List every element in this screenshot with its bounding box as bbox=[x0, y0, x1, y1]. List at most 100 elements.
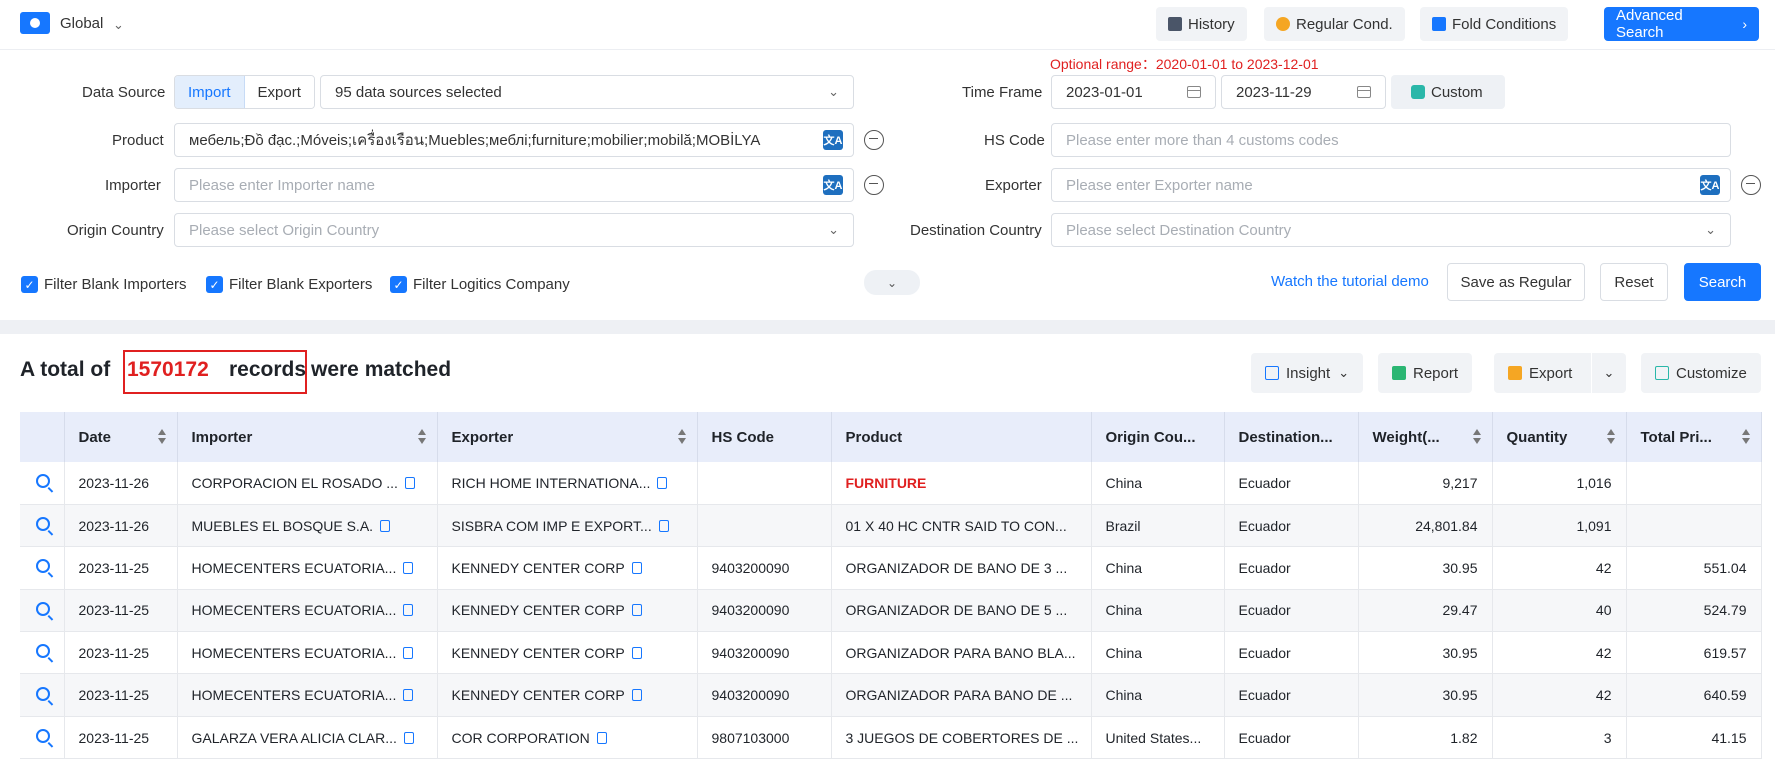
export-dropdown-button[interactable]: ⌄ bbox=[1592, 353, 1626, 393]
report-icon bbox=[1392, 366, 1406, 380]
region-selector[interactable]: Global bbox=[60, 15, 103, 32]
copy-icon[interactable] bbox=[631, 689, 642, 702]
save-as-regular-button[interactable]: Save as Regular bbox=[1447, 263, 1585, 301]
sort-icon[interactable] bbox=[677, 429, 687, 445]
insight-button[interactable]: Insight ⌄ bbox=[1251, 353, 1364, 393]
search-icon[interactable] bbox=[36, 601, 50, 616]
fold-icon bbox=[1432, 17, 1446, 31]
column-header-action bbox=[20, 412, 65, 462]
report-button[interactable]: Report bbox=[1378, 353, 1473, 393]
exporter-input[interactable]: Please enter Exporter name bbox=[1051, 168, 1731, 202]
filter-logistics-checkbox[interactable]: ✓ Filter Logitics Company bbox=[390, 276, 570, 293]
chevron-down-icon: ⌄ bbox=[886, 275, 898, 290]
column-header-hs-code: HS Code bbox=[697, 412, 832, 462]
custom-range-button[interactable]: Custom bbox=[1391, 75, 1505, 109]
results-count: 1570172 bbox=[127, 358, 209, 381]
filter-blank-importers-checkbox[interactable]: ✓ Filter Blank Importers bbox=[21, 276, 187, 293]
export-icon bbox=[1508, 366, 1522, 380]
translate-icon[interactable]: 文A bbox=[1700, 175, 1720, 195]
copy-icon[interactable] bbox=[404, 476, 415, 489]
advanced-search-button[interactable]: Advanced Search › bbox=[1604, 7, 1759, 41]
data-sources-select[interactable]: 95 data sources selected ⌄ bbox=[320, 75, 854, 109]
column-header-date[interactable]: Date bbox=[64, 412, 178, 462]
customize-icon bbox=[1655, 366, 1669, 380]
copy-icon[interactable] bbox=[403, 646, 414, 659]
date-start-field[interactable]: 2023-01-01 bbox=[1051, 75, 1216, 109]
exclude-icon[interactable] bbox=[1741, 175, 1761, 195]
tutorial-link[interactable]: Watch the tutorial demo bbox=[1271, 273, 1429, 290]
export-tab[interactable]: Export bbox=[244, 76, 314, 108]
search-icon[interactable] bbox=[36, 686, 50, 701]
importer-input[interactable]: Please enter Importer name bbox=[174, 168, 854, 202]
column-header-exporter[interactable]: Exporter bbox=[437, 412, 698, 462]
column-header-quantity[interactable]: Quantity bbox=[1492, 412, 1627, 462]
search-icon[interactable] bbox=[36, 729, 50, 744]
table-row[interactable]: 2023-11-25 HOMECENTERS ECUATORIA... KENN… bbox=[20, 631, 1762, 675]
exclude-icon[interactable] bbox=[864, 130, 884, 150]
copy-icon[interactable] bbox=[403, 604, 414, 617]
fold-conditions-button[interactable]: Fold Conditions bbox=[1420, 7, 1569, 41]
globe-icon[interactable] bbox=[20, 12, 50, 34]
column-header-destination: Destination... bbox=[1224, 412, 1359, 462]
table-row[interactable]: 2023-11-25 HOMECENTERS ECUATORIA... KENN… bbox=[20, 589, 1762, 633]
translate-icon[interactable]: 文A bbox=[823, 130, 843, 150]
chevron-right-icon: › bbox=[1742, 16, 1747, 32]
exporter-label: Exporter bbox=[985, 177, 1042, 194]
regular-cond-button[interactable]: Regular Cond. bbox=[1264, 7, 1405, 41]
search-icon[interactable] bbox=[36, 474, 50, 489]
import-tab[interactable]: Import bbox=[175, 76, 245, 108]
history-icon bbox=[1168, 17, 1182, 31]
export-button[interactable]: Export bbox=[1494, 353, 1591, 393]
history-button[interactable]: History bbox=[1156, 7, 1247, 41]
section-divider bbox=[0, 320, 1775, 334]
table-row[interactable]: 2023-11-26 CORPORACION EL ROSADO ... RIC… bbox=[20, 462, 1762, 505]
search-icon[interactable] bbox=[36, 644, 50, 659]
product-label: Product bbox=[112, 132, 164, 149]
product-input[interactable]: мебель;Đồ đạc.;Móveis;เครื่องเรือน;Muebl… bbox=[174, 123, 854, 157]
table-row[interactable]: 2023-11-26 MUEBLES EL BOSQUE S.A. SISBRA… bbox=[20, 504, 1762, 548]
copy-icon[interactable] bbox=[631, 561, 642, 574]
reset-button[interactable]: Reset bbox=[1600, 263, 1668, 301]
copy-icon[interactable] bbox=[657, 476, 668, 489]
sort-icon[interactable] bbox=[157, 429, 167, 445]
table-row[interactable]: 2023-11-25 GALARZA VERA ALICIA CLAR... C… bbox=[20, 716, 1762, 759]
search-icon[interactable] bbox=[36, 517, 50, 532]
copy-icon[interactable] bbox=[631, 646, 642, 659]
chevron-down-icon: ⌄ bbox=[1338, 365, 1350, 380]
date-end-field[interactable]: 2023-11-29 bbox=[1221, 75, 1386, 109]
copy-icon[interactable] bbox=[403, 689, 414, 702]
hs-code-label: HS Code bbox=[984, 132, 1045, 149]
results-records-word: records bbox=[229, 358, 307, 381]
copy-icon[interactable] bbox=[403, 561, 414, 574]
filter-blank-exporters-checkbox[interactable]: ✓ Filter Blank Exporters bbox=[206, 276, 372, 293]
sort-icon[interactable] bbox=[1741, 429, 1751, 445]
hs-code-input[interactable]: Please enter more than 4 customs codes bbox=[1051, 123, 1731, 157]
copy-icon[interactable] bbox=[658, 519, 669, 532]
sort-icon[interactable] bbox=[1606, 429, 1616, 445]
copy-icon[interactable] bbox=[631, 604, 642, 617]
calendar-icon bbox=[1187, 86, 1201, 98]
destination-country-select[interactable]: Please select Destination Country ⌄ bbox=[1051, 213, 1731, 247]
column-header-importer[interactable]: Importer bbox=[177, 412, 438, 462]
column-header-weight[interactable]: Weight(... bbox=[1358, 412, 1493, 462]
time-frame-label: Time Frame bbox=[962, 84, 1043, 101]
translate-icon[interactable]: 文A bbox=[823, 175, 843, 195]
table-row[interactable]: 2023-11-25 HOMECENTERS ECUATORIA... KENN… bbox=[20, 546, 1762, 590]
search-button[interactable]: Search bbox=[1684, 263, 1761, 301]
copy-icon[interactable] bbox=[403, 731, 414, 744]
sort-icon[interactable] bbox=[1472, 429, 1482, 445]
table-row[interactable]: 2023-11-25 HOMECENTERS ECUATORIA... KENN… bbox=[20, 673, 1762, 717]
sort-icon[interactable] bbox=[417, 429, 427, 445]
chevron-down-icon[interactable]: ⌄ bbox=[113, 17, 124, 33]
customize-button[interactable]: Customize bbox=[1641, 353, 1761, 393]
chevron-down-icon: ⌄ bbox=[1603, 365, 1615, 380]
copy-icon[interactable] bbox=[596, 731, 607, 744]
insight-icon bbox=[1265, 366, 1279, 380]
origin-country-select[interactable]: Please select Origin Country ⌄ bbox=[174, 213, 854, 247]
search-icon[interactable] bbox=[36, 559, 50, 574]
expand-filters-toggle[interactable]: ⌄ bbox=[864, 270, 920, 295]
copy-icon[interactable] bbox=[380, 519, 391, 532]
origin-country-label: Origin Country bbox=[67, 222, 164, 239]
column-header-total-price[interactable]: Total Pri... bbox=[1626, 412, 1762, 462]
exclude-icon[interactable] bbox=[864, 175, 884, 195]
